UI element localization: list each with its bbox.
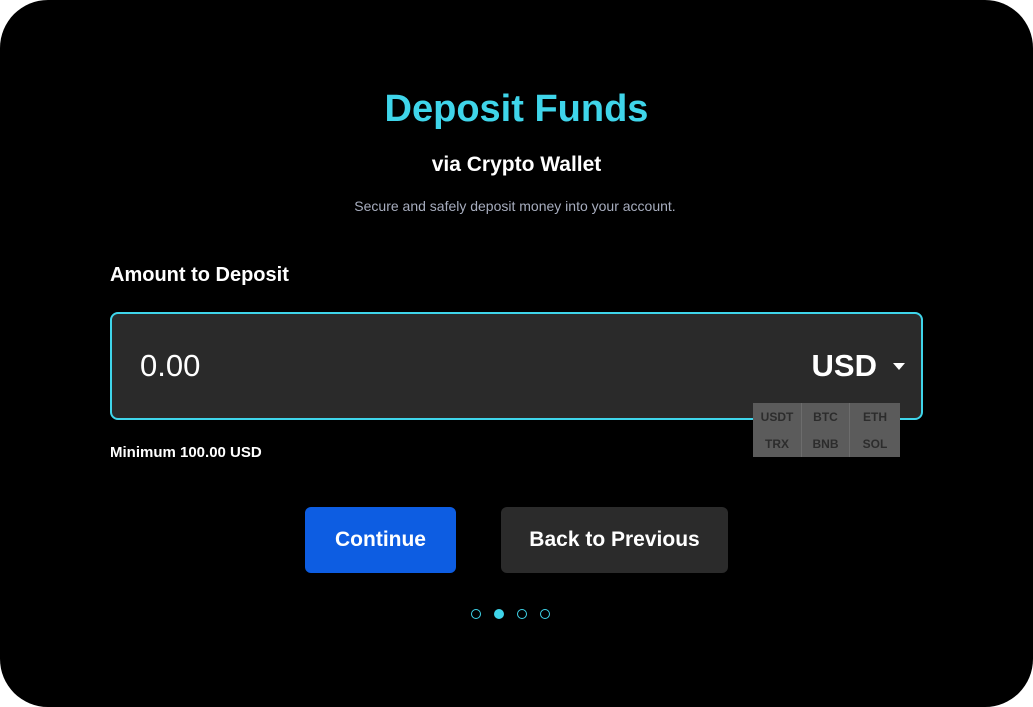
page-title: Deposit Funds [384,88,649,130]
step-dot-2[interactable] [494,609,504,619]
minimum-amount-note: Minimum 100.00 USD [110,444,262,461]
currency-option-sol[interactable]: SOL [850,430,900,457]
continue-button[interactable]: Continue [305,507,456,573]
page-subtitle: via Crypto Wallet [431,153,602,176]
back-button[interactable]: Back to Previous [501,507,728,573]
currency-option-usdt[interactable]: USDT [753,403,802,430]
currency-options-menu: USDT BTC ETH TRX BNB SOL [753,403,900,457]
step-dot-4[interactable] [540,609,550,619]
currency-dropdown[interactable]: USD [812,344,905,388]
currency-option-trx[interactable]: TRX [753,430,802,457]
currency-selected-label: USD [811,348,877,383]
amount-label: Amount to Deposit [110,264,289,286]
deposit-window: Deposit Funds via Crypto Wallet Secure a… [0,0,1033,707]
amount-input[interactable] [140,344,740,388]
step-dot-1[interactable] [471,609,481,619]
page-caption: Secure and safely deposit money into you… [354,198,676,214]
caret-down-icon [893,362,905,370]
step-pager [471,609,550,619]
currency-option-eth[interactable]: ETH [850,403,900,430]
currency-option-btc[interactable]: BTC [802,403,850,430]
step-dot-3[interactable] [517,609,527,619]
currency-option-bnb[interactable]: BNB [802,430,850,457]
